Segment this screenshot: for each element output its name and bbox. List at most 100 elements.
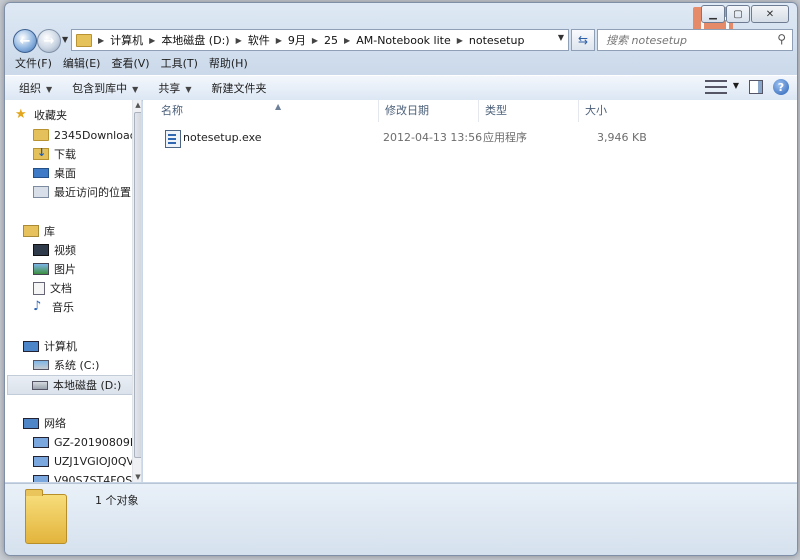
search-icon[interactable]: ⚲ bbox=[777, 32, 786, 46]
search-box[interactable]: ⚲ bbox=[597, 29, 793, 51]
caption-buttons: ▁ ▢ ✕ bbox=[700, 5, 789, 23]
nav-item-label: 图片 bbox=[54, 263, 76, 276]
nav-item-label: 音乐 bbox=[52, 301, 74, 314]
file-date: 2012-04-13 13:56 bbox=[383, 131, 483, 144]
column-header-size[interactable]: 大小 bbox=[579, 100, 649, 122]
search-input[interactable] bbox=[604, 32, 768, 48]
nav-item-documents[interactable]: 文档 bbox=[33, 279, 72, 297]
menu-help[interactable]: 帮助(H) bbox=[205, 55, 255, 73]
nav-item-label: V90S7ST4FOS8C bbox=[54, 473, 142, 483]
nav-network-label: 网络 bbox=[44, 417, 66, 430]
menu-edit[interactable]: 编辑(E) bbox=[59, 55, 108, 73]
network-computer-icon bbox=[33, 474, 49, 482]
downloads-folder-icon bbox=[33, 146, 49, 160]
chevron-right-icon[interactable]: ▶ bbox=[312, 36, 318, 45]
chevron-right-icon[interactable]: ▶ bbox=[344, 36, 350, 45]
folder-icon bbox=[33, 129, 49, 141]
address-bar[interactable]: ▶ 计算机 ▶ 本地磁盘 (D:) ▶ 软件 ▶ 9月 ▶ 25 ▶ AM-No… bbox=[71, 29, 569, 51]
organize-button[interactable]: 组织 ▼ bbox=[19, 80, 52, 96]
column-header-name[interactable]: 名称 ▲ bbox=[155, 100, 379, 122]
nav-item-pictures[interactable]: 图片 bbox=[33, 260, 76, 278]
view-dropdown-icon[interactable]: ▼ bbox=[733, 81, 739, 90]
computer-icon bbox=[23, 340, 39, 352]
scrollbar-thumb[interactable] bbox=[134, 112, 141, 458]
include-in-library-button[interactable]: 包含到库中 ▼ bbox=[72, 80, 138, 96]
chevron-right-icon[interactable]: ▶ bbox=[98, 36, 104, 45]
file-row[interactable]: notesetup.exe 2012-04-13 13:56 应用程序 3,94… bbox=[161, 128, 781, 148]
navigation-scrollbar[interactable]: ▲ ▼ bbox=[132, 100, 141, 482]
star-icon: ★ bbox=[15, 107, 27, 122]
nav-item-videos[interactable]: 视频 bbox=[33, 241, 76, 259]
column-header-type[interactable]: 类型 bbox=[479, 100, 579, 122]
nav-item-label: 2345Downloads bbox=[54, 128, 142, 142]
nav-item-network-pc[interactable]: GZ-20190809NY bbox=[33, 433, 141, 451]
include-in-library-label: 包含到库中 bbox=[72, 82, 128, 95]
help-icon[interactable]: ? bbox=[773, 79, 789, 95]
address-dropdown-icon[interactable]: ▼ bbox=[558, 33, 564, 42]
breadcrumb-notesetup[interactable]: notesetup bbox=[469, 34, 525, 47]
nav-item-label: UZJ1VGIOJ0QVF bbox=[54, 454, 141, 468]
system-drive-icon bbox=[33, 360, 49, 370]
chevron-right-icon[interactable]: ▶ bbox=[457, 36, 463, 45]
nav-item-desktop[interactable]: 桌面 bbox=[33, 164, 76, 182]
nav-item-2345downloads[interactable]: 2345Downloads bbox=[33, 126, 142, 144]
music-note-icon: ♪ bbox=[33, 299, 42, 314]
recent-pages-dropdown-icon[interactable]: ▼ bbox=[62, 35, 68, 44]
new-folder-button[interactable]: 新建文件夹 bbox=[211, 80, 266, 96]
chevron-down-icon: ▼ bbox=[185, 85, 192, 94]
command-bar: 组织 ▼ 包含到库中 ▼ 共享 ▼ 新建文件夹 ▼ ? bbox=[5, 75, 797, 101]
nav-item-label: 下载 bbox=[54, 148, 76, 161]
nav-network[interactable]: 网络 bbox=[23, 414, 66, 432]
breadcrumb-september[interactable]: 9月 bbox=[288, 32, 306, 48]
breadcrumb-am-notebook[interactable]: AM-Notebook lite bbox=[356, 34, 451, 47]
nav-item-recent-places[interactable]: 最近访问的位置 bbox=[33, 183, 131, 201]
back-button[interactable]: ← bbox=[13, 29, 37, 53]
scroll-up-icon[interactable]: ▲ bbox=[134, 101, 141, 109]
chevron-right-icon[interactable]: ▶ bbox=[276, 36, 282, 45]
forward-button[interactable]: → bbox=[37, 29, 61, 53]
nav-computer[interactable]: 计算机 bbox=[23, 337, 77, 355]
hard-drive-icon bbox=[32, 380, 48, 390]
breadcrumb-computer[interactable]: 计算机 bbox=[110, 32, 143, 48]
nav-favorites[interactable]: ★ 收藏夹 bbox=[15, 106, 67, 124]
folder-icon bbox=[76, 33, 92, 47]
nav-item-drive-d[interactable]: 本地磁盘 (D:) bbox=[7, 375, 135, 395]
chevron-down-icon: ▼ bbox=[46, 85, 53, 94]
nav-item-drive-c[interactable]: 系统 (C:) bbox=[33, 356, 99, 374]
nav-computer-label: 计算机 bbox=[44, 340, 77, 353]
nav-item-network-pc[interactable]: UZJ1VGIOJ0QVF bbox=[33, 452, 140, 470]
navigation-pane: ★ 收藏夹 2345Downloads 下载 桌面 最近访问的位置 库 视频 bbox=[5, 100, 142, 482]
close-button[interactable]: ✕ bbox=[751, 5, 789, 23]
nav-item-downloads[interactable]: 下载 bbox=[33, 145, 76, 163]
menu-view[interactable]: 查看(V) bbox=[107, 55, 156, 73]
menu-tools[interactable]: 工具(T) bbox=[157, 55, 205, 73]
scroll-down-icon[interactable]: ▼ bbox=[134, 473, 141, 481]
nav-item-network-pc[interactable]: V90S7ST4FOS8C bbox=[33, 471, 142, 483]
column-name-label: 名称 bbox=[161, 104, 183, 117]
nav-libraries[interactable]: 库 bbox=[23, 222, 55, 240]
breadcrumb-25[interactable]: 25 bbox=[324, 34, 338, 47]
chevron-right-icon[interactable]: ▶ bbox=[149, 36, 155, 45]
documents-library-icon bbox=[33, 281, 45, 295]
file-name[interactable]: notesetup.exe bbox=[183, 128, 262, 148]
breadcrumb-drive-d[interactable]: 本地磁盘 (D:) bbox=[161, 32, 229, 48]
chevron-right-icon[interactable]: ▶ bbox=[236, 36, 242, 45]
preview-pane-icon[interactable] bbox=[749, 80, 763, 94]
sort-ascending-icon: ▲ bbox=[275, 102, 282, 111]
nav-item-music[interactable]: ♪ 音乐 bbox=[33, 298, 74, 316]
nav-item-label: 桌面 bbox=[54, 167, 76, 180]
minimize-button[interactable]: ▁ bbox=[701, 5, 725, 23]
maximize-button[interactable]: ▢ bbox=[726, 5, 750, 23]
column-header-date[interactable]: 修改日期 bbox=[379, 100, 479, 122]
nav-item-label: 视频 bbox=[54, 244, 76, 257]
refresh-button[interactable]: ⇆ bbox=[571, 29, 595, 51]
change-view-icon[interactable] bbox=[705, 80, 727, 94]
share-button[interactable]: 共享 ▼ bbox=[158, 80, 191, 96]
menu-file[interactable]: 文件(F) bbox=[11, 55, 59, 73]
breadcrumb-software[interactable]: 软件 bbox=[248, 32, 270, 48]
nav-item-label: 最近访问的位置 bbox=[54, 186, 131, 199]
explorer-window: ▁ ▢ ✕ ← → ▼ ▶ 计算机 ▶ 本地磁盘 (D:) ▶ 软件 ▶ 9月 … bbox=[4, 2, 798, 556]
video-library-icon bbox=[33, 244, 49, 256]
organize-label: 组织 bbox=[19, 82, 41, 95]
executable-file-icon bbox=[165, 130, 181, 148]
